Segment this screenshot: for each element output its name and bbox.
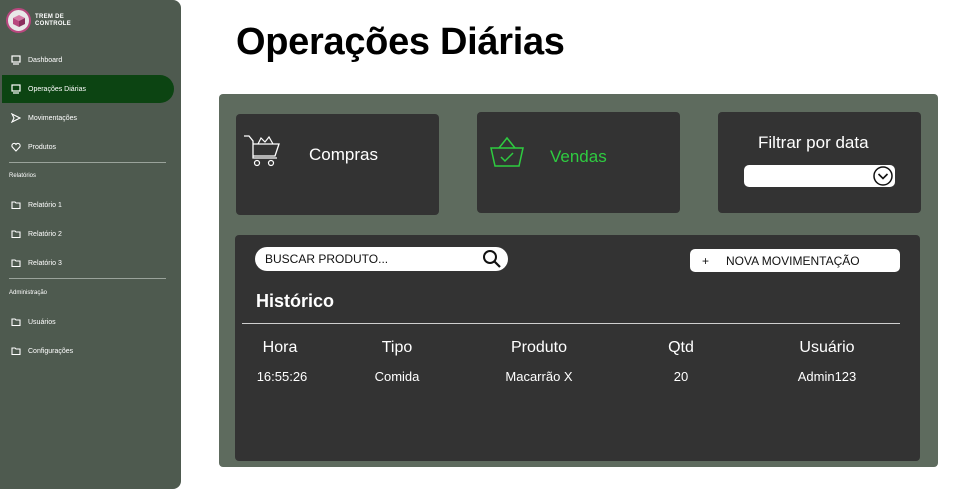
sidebar-item-label: Movimentações xyxy=(28,114,78,122)
history-title: Histórico xyxy=(256,291,335,311)
heart-icon xyxy=(11,142,21,152)
vendas-label: Vendas xyxy=(550,147,607,166)
sidebar-item-label: Relatório 1 xyxy=(28,201,62,209)
filter-label: Filtrar por data xyxy=(758,133,869,152)
sidebar-item-label: Configurações xyxy=(28,347,74,355)
send-icon xyxy=(11,113,21,123)
search-icon[interactable] xyxy=(482,249,502,269)
search-placeholder: BUSCAR PRODUTO... xyxy=(265,252,389,266)
basket-check-icon xyxy=(489,136,525,173)
column-header-usuario: Usuário xyxy=(799,339,855,356)
sidebar-item-label: Produtos xyxy=(28,143,57,151)
main-panel: Compras Vendas Filtrar por data BUSCAR P… xyxy=(219,94,938,467)
sidebar: TREM DE CONTROLE Dashboard Operações Diá… xyxy=(0,0,181,489)
table-cell-hora: 16:55:26 xyxy=(256,369,308,384)
nova-movimentacao-button[interactable]: + NOVA MOVIMENTAÇÃO xyxy=(690,249,900,272)
sidebar-item-produtos[interactable]: Produtos xyxy=(0,134,175,160)
sidebar-item-label: Usuários xyxy=(28,318,56,326)
plus-icon: + xyxy=(702,253,710,268)
column-header-produto: Produto xyxy=(510,339,568,356)
sidebar-item-relatorio-3[interactable]: Relatório 3 xyxy=(0,250,175,276)
section-title-relatorios: Relatórios xyxy=(9,173,37,179)
sidebar-item-dashboard[interactable]: Dashboard xyxy=(0,47,175,73)
table-cell-produto: Macarrão X xyxy=(505,369,573,384)
page-title: Operações Diárias xyxy=(236,21,565,63)
history-divider xyxy=(242,323,900,324)
nova-movimentacao-label: NOVA MOVIMENTAÇÃO xyxy=(726,253,860,268)
sidebar-item-configuracoes[interactable]: Configurações xyxy=(0,338,175,364)
folder-icon xyxy=(11,229,21,239)
compras-label: Compras xyxy=(309,145,378,164)
vendas-card[interactable]: Vendas xyxy=(477,112,680,213)
sidebar-divider xyxy=(9,162,166,163)
sidebar-item-label: Relatório 2 xyxy=(28,230,62,238)
folder-icon xyxy=(11,200,21,210)
cube-logo-icon xyxy=(6,8,31,33)
folder-icon xyxy=(11,346,21,356)
sidebar-item-relatorio-2[interactable]: Relatório 2 xyxy=(0,221,175,247)
sidebar-item-movimentacoes[interactable]: Movimentações xyxy=(0,105,175,131)
section-title-administracao: Administração xyxy=(9,290,48,296)
sidebar-item-label: Relatório 3 xyxy=(28,259,62,267)
folder-icon xyxy=(11,258,21,268)
table-cell-qtd: 20 xyxy=(673,369,689,384)
table-cell-tipo: Comida xyxy=(374,369,420,384)
chevron-down-circle-icon[interactable] xyxy=(873,166,893,186)
table-cell-usuario: Admin123 xyxy=(797,369,857,384)
sidebar-item-label: Operações Diárias xyxy=(28,85,86,93)
date-filter-select[interactable] xyxy=(744,165,895,187)
monitor-icon xyxy=(11,55,21,65)
compras-card[interactable]: Compras xyxy=(236,114,439,215)
column-header-hora: Hora xyxy=(262,339,298,356)
sidebar-item-operacoes-diarias[interactable]: Operações Diárias xyxy=(2,75,174,103)
cart-icon xyxy=(243,132,281,177)
sidebar-item-label: Dashboard xyxy=(28,56,63,64)
brand-name: TREM DE CONTROLE xyxy=(35,13,72,27)
sidebar-item-usuarios[interactable]: Usuários xyxy=(0,309,175,335)
column-header-tipo: Tipo xyxy=(381,339,413,356)
history-panel: BUSCAR PRODUTO... + NOVA MOVIMENTAÇÃO Hi… xyxy=(235,235,920,461)
sidebar-divider xyxy=(9,278,166,279)
column-header-qtd: Qtd xyxy=(668,339,694,356)
brand[interactable]: TREM DE CONTROLE xyxy=(6,8,75,33)
sidebar-item-relatorio-1[interactable]: Relatório 1 xyxy=(0,192,175,218)
monitor-icon xyxy=(11,84,21,94)
folder-icon xyxy=(11,317,21,327)
filter-card: Filtrar por data xyxy=(718,112,921,213)
search-input[interactable]: BUSCAR PRODUTO... xyxy=(255,247,508,271)
